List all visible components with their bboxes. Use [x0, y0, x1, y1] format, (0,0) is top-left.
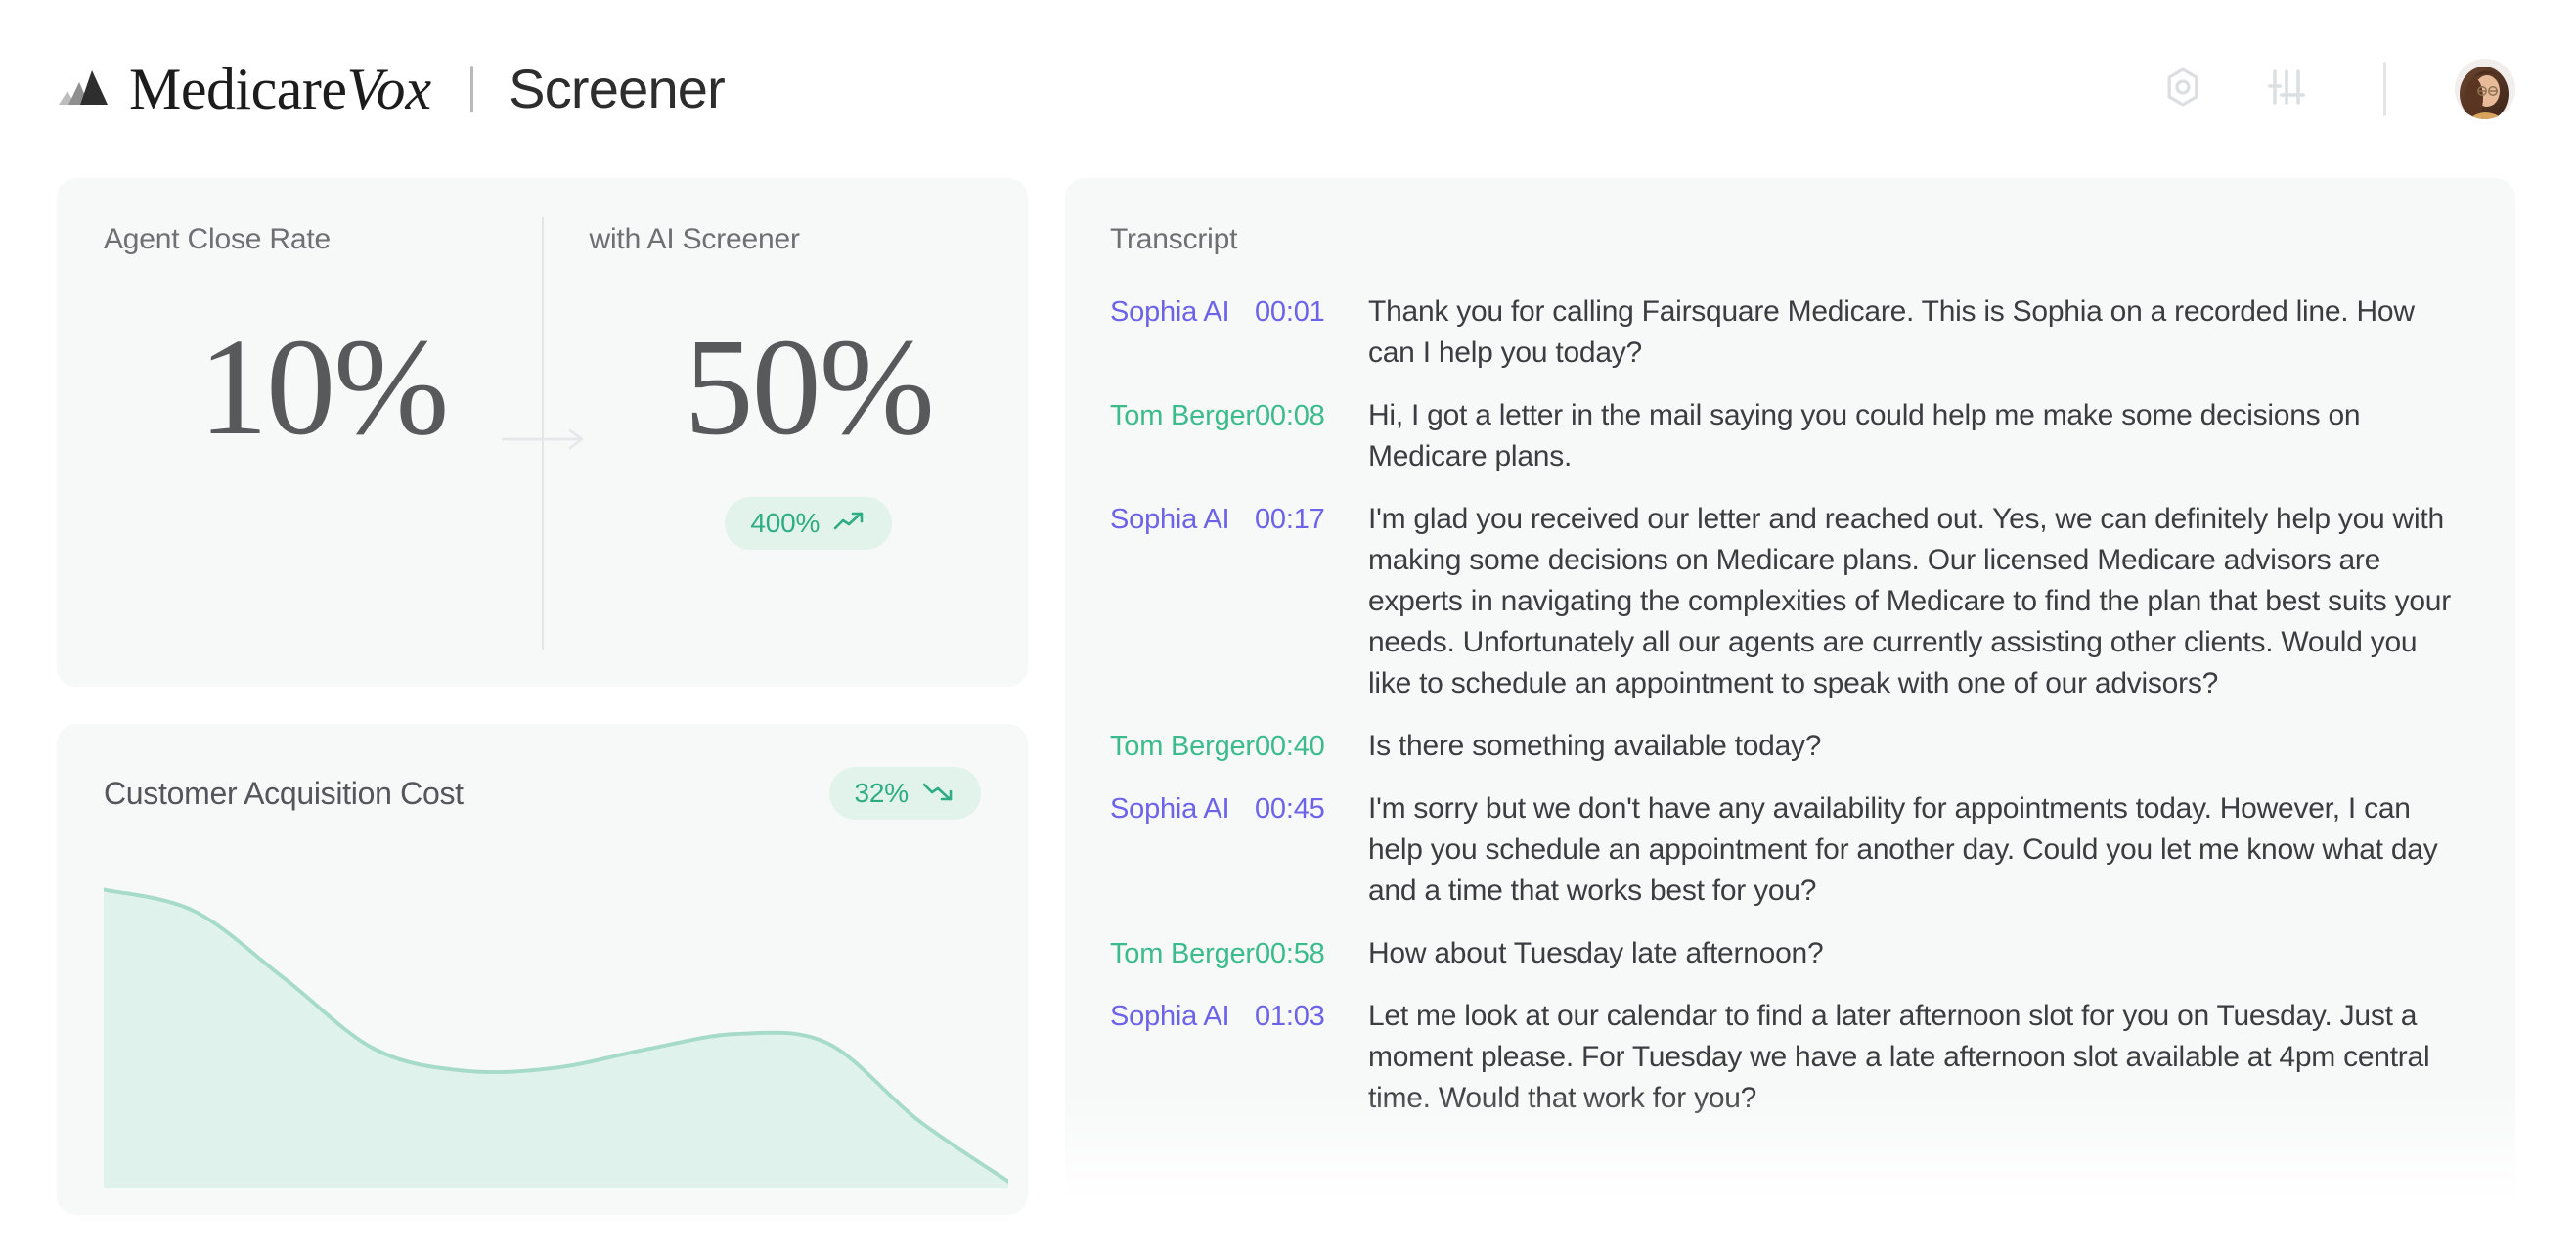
cac-badge-value: 32% — [854, 778, 910, 808]
customer-acquisition-cost-card: Customer Acquisition Cost 32% — [57, 724, 1028, 1215]
trending-down-icon — [922, 778, 955, 809]
transcript-speaker: Sophia AI — [1110, 504, 1230, 535]
avatar[interactable] — [2455, 59, 2515, 119]
transcript-message: Sophia AI 00:17 I'm glad you received our … — [1110, 499, 2461, 704]
transcript-message: Tom Berger 00:40 Is there something availa… — [1110, 726, 2461, 767]
brand-accent: Vox — [346, 57, 432, 121]
transcript-text: Let me look at our calendar to find a la… — [1368, 1000, 2430, 1114]
app-header: MedicareVox Screener — [0, 0, 2576, 178]
mountain-peaks-icon — [57, 67, 111, 112]
hexagon-target-icon — [2160, 65, 2205, 114]
brand-wordmark: MedicareVox — [129, 60, 431, 118]
transcript-timestamp: 00:40 — [1255, 731, 1325, 762]
brand-primary: Medicare — [129, 57, 347, 121]
transcript-message: Tom Berger 00:58 How about Tuesday late af… — [1110, 933, 2461, 974]
cac-area-chart — [104, 880, 1008, 1188]
transcript-message: Tom Berger 00:08 Hi, I got a letter in the… — [1110, 395, 2461, 477]
transcript-speaker: Tom Berger — [1110, 400, 1255, 431]
close-rate-badge-value: 400% — [750, 508, 821, 538]
transcript-timestamp: 00:17 — [1255, 504, 1325, 535]
transcript-speaker: Tom Berger — [1110, 731, 1255, 762]
close-rate-card: Agent Close Rate 10% with AI Screener 50… — [57, 178, 1028, 687]
transcript-timestamp: 01:03 — [1255, 1001, 1325, 1032]
transcript-message: Sophia AI 01:03 Let me look at our calenda… — [1110, 996, 2461, 1119]
cac-status-badge: 32% — [828, 767, 981, 820]
page-title: Screener — [509, 58, 726, 119]
transcript-text: How about Tuesday late afternoon? — [1368, 937, 1824, 969]
transcript-timestamp: 00:45 — [1255, 793, 1325, 825]
cac-chart-svg — [104, 887, 1008, 1188]
filters-sliders-button[interactable] — [2258, 61, 2315, 117]
transcript-message: Sophia AI 00:45 I'm sorry but we don't hav… — [1110, 788, 2461, 912]
cac-area-fill — [104, 889, 1008, 1188]
transcript-speaker: Tom Berger — [1110, 938, 1255, 969]
transcript-text: Thank you for calling Fairsquare Medicar… — [1368, 295, 2415, 369]
transcript-title: Transcript — [1110, 223, 1238, 255]
transcript-column: Transcript Sophia AI 00:01 Thank you for c… — [1065, 178, 2515, 1215]
transcript-card[interactable]: Transcript Sophia AI 00:01 Thank you for c… — [1065, 178, 2515, 1215]
close-rate-before-value: 10% — [199, 309, 449, 464]
arrow-right-icon — [499, 426, 589, 458]
transcript-list: Sophia AI 00:01 Thank you for calling Fair… — [1065, 292, 2515, 1119]
transcript-text: Hi, I got a letter in the mail saying yo… — [1368, 399, 2361, 472]
transcript-message: Sophia AI 00:01 Thank you for calling Fair… — [1110, 292, 2461, 374]
transcript-timestamp: 00:01 — [1255, 296, 1325, 328]
metrics-column: Agent Close Rate 10% with AI Screener 50… — [57, 178, 1028, 1215]
transcript-text: I'm glad you received our letter and rea… — [1368, 503, 2451, 699]
trending-up-icon — [833, 508, 866, 539]
transcript-speaker: Sophia AI — [1110, 793, 1230, 825]
close-rate-before: Agent Close Rate 10% — [57, 178, 543, 687]
main-content: Agent Close Rate 10% with AI Screener 50… — [0, 178, 2576, 1215]
settings-hex-button[interactable] — [2154, 61, 2211, 117]
close-rate-after: with AI Screener 50% 400% — [543, 178, 1029, 687]
transcript-timestamp: 00:08 — [1255, 400, 1325, 431]
close-rate-before-label: Agent Close Rate — [104, 223, 331, 255]
cac-title: Customer Acquisition Cost — [104, 775, 464, 811]
sliders-icon — [2263, 64, 2310, 115]
tools-divider — [2383, 62, 2386, 116]
close-rate-badge-wrap: 400% — [590, 497, 1029, 550]
close-rate-after-label: with AI Screener — [589, 223, 800, 255]
status-badge: 400% — [725, 497, 893, 550]
transcript-timestamp: 00:58 — [1255, 938, 1325, 969]
brand-logo[interactable]: MedicareVox — [57, 60, 431, 118]
transcript-text: Is there something available today? — [1368, 730, 1822, 762]
transcript-speaker: Sophia AI — [1110, 1001, 1230, 1032]
cac-header: Customer Acquisition Cost 32% — [57, 767, 1028, 820]
header-tools — [2154, 59, 2515, 119]
header-separator — [470, 66, 474, 112]
transcript-text: I'm sorry but we don't have any availabi… — [1368, 792, 2438, 907]
transcript-speaker: Sophia AI — [1110, 296, 1230, 328]
close-rate-after-value: 50% — [684, 309, 935, 464]
